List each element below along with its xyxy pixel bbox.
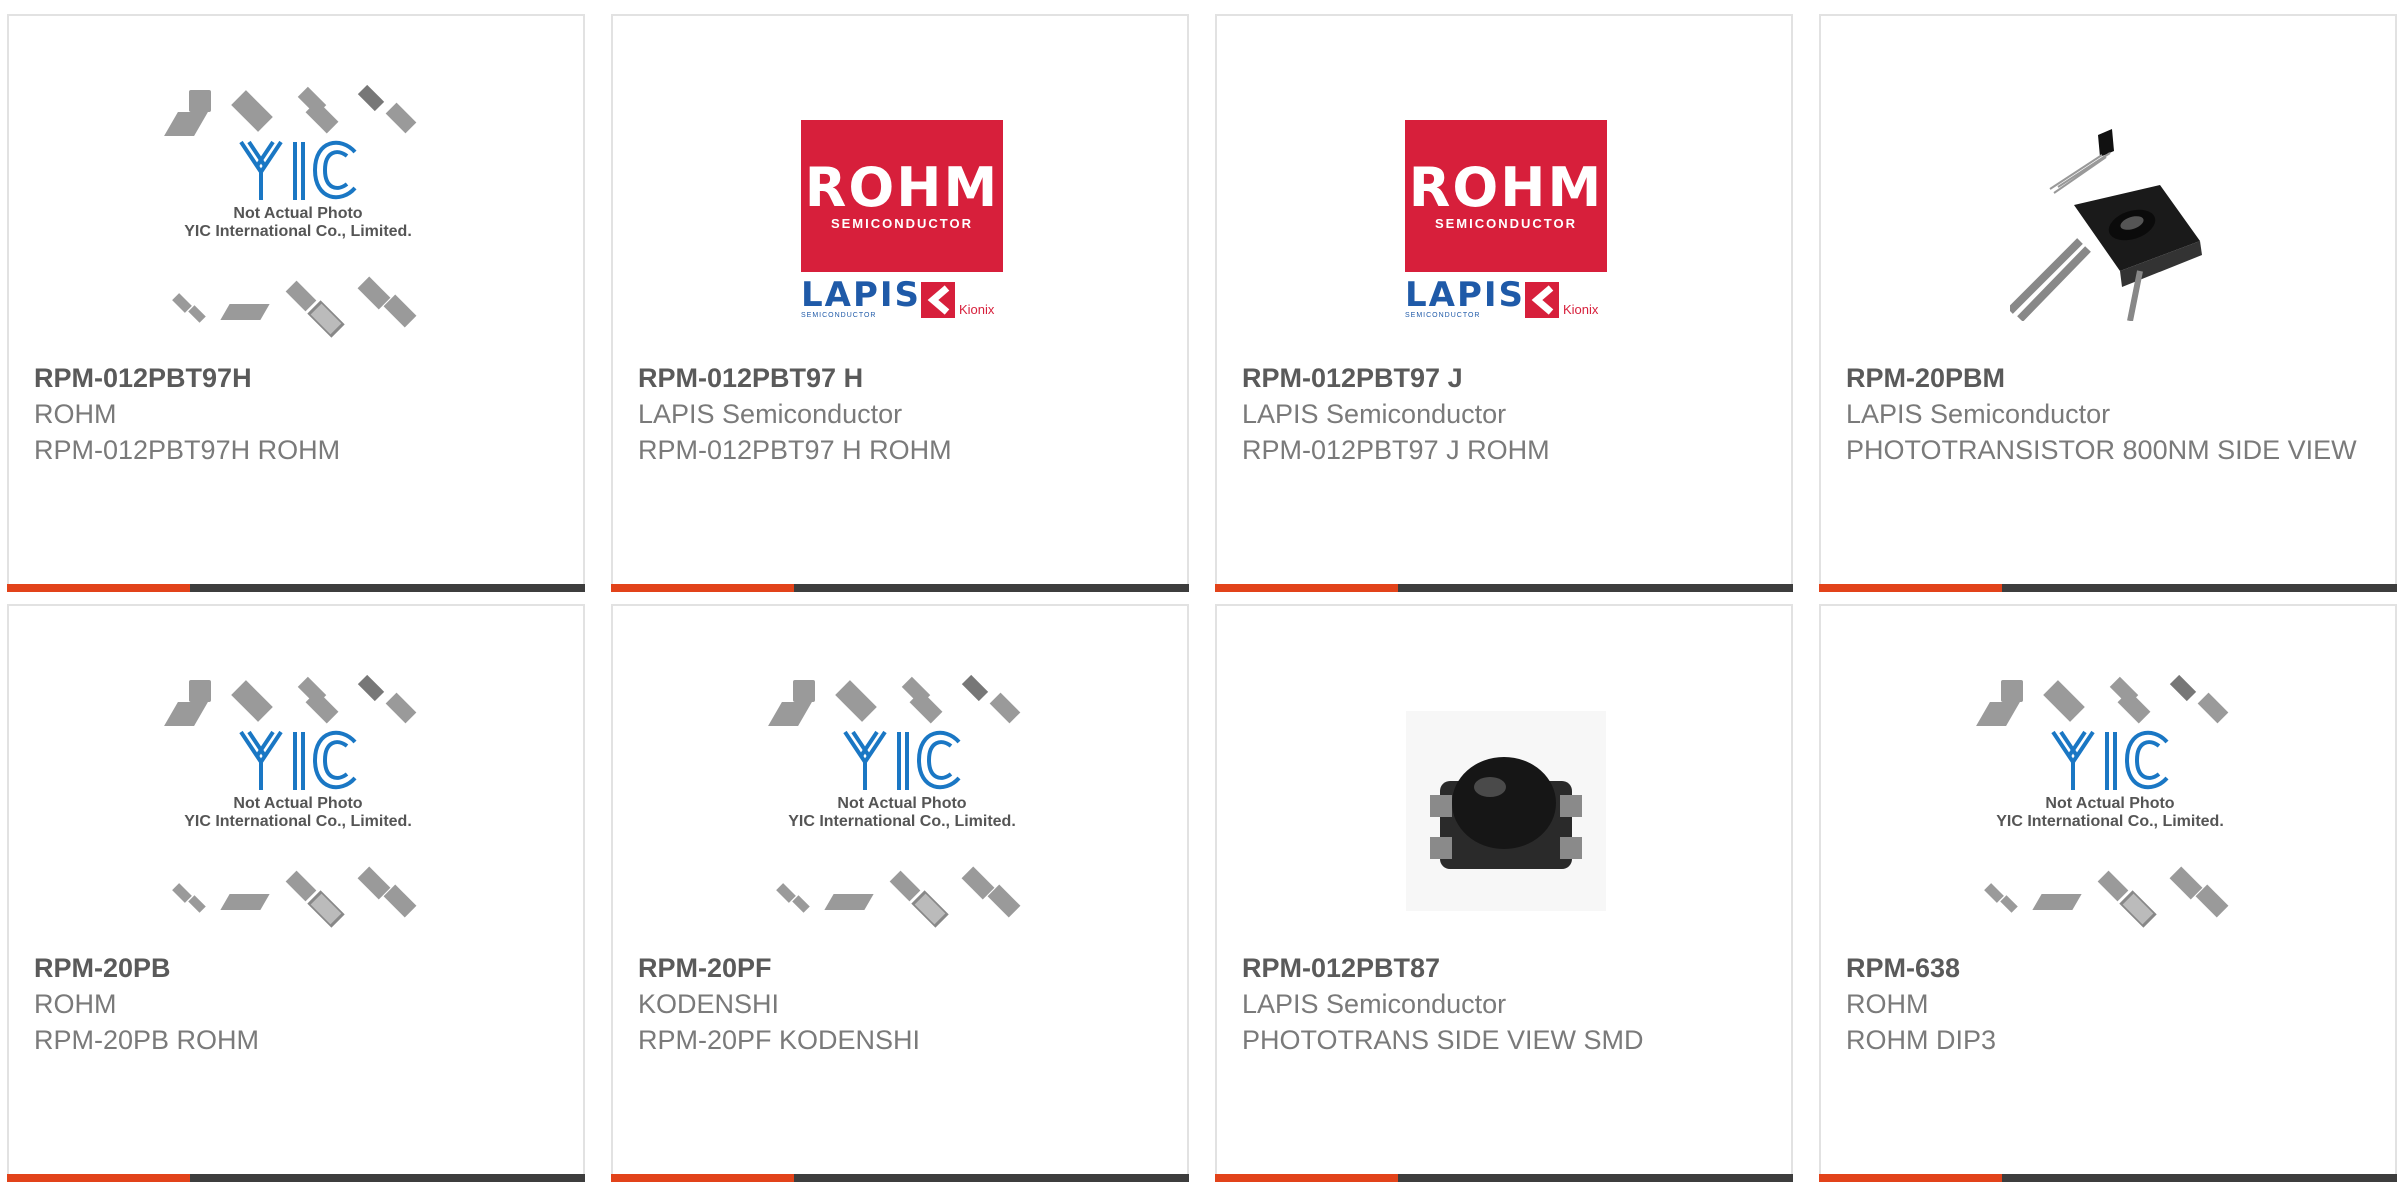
part-number-link[interactable]: RPM-012PBT97 J bbox=[1242, 360, 1779, 396]
card-accent-bar bbox=[7, 584, 190, 592]
placeholder-image: Not Actual Photo YIC International Co., … bbox=[1971, 672, 2249, 950]
product-card[interactable]: RPM-012PBT87 LAPIS Semiconductor PHOTOTR… bbox=[1215, 604, 1793, 1182]
product-card[interactable]: Not Actual Photo YIC International Co., … bbox=[1819, 604, 2397, 1182]
card-bottom-bar bbox=[1819, 584, 2397, 592]
kionix-logo-icon: Kionix bbox=[921, 282, 995, 318]
lapis-subtitle: SEMICONDUCTOR bbox=[1405, 312, 1481, 319]
svg-text:Kionix: Kionix bbox=[959, 302, 995, 317]
product-image[interactable]: Not Actual Photo YIC International Co., … bbox=[763, 672, 1041, 950]
kionix-logo-icon: Kionix bbox=[1525, 282, 1599, 318]
product-card[interactable]: Not Actual Photo YIC International Co., … bbox=[611, 604, 1189, 1182]
product-image[interactable]: Not Actual Photo YIC International Co., … bbox=[159, 82, 437, 360]
part-number-link[interactable]: RPM-20PB bbox=[34, 950, 571, 986]
manufacturer-label: KODENSHI bbox=[638, 989, 780, 1019]
card-accent-bar bbox=[1819, 1174, 2002, 1182]
rohm-semiconductor-label: SEMICONDUCTOR bbox=[830, 216, 974, 231]
company-label: YIC International Co., Limited. bbox=[184, 813, 412, 830]
card-bottom-bar bbox=[1215, 1174, 1793, 1182]
smd-component-photo bbox=[1406, 711, 1606, 911]
rohm-lapis-kionix-logo: ROHM SEMICONDUCTOR LAPIS SEMICONDUCTOR K… bbox=[801, 120, 1003, 322]
manufacturer-label: LAPIS Semiconductor bbox=[638, 399, 903, 429]
manufacturer-label: ROHM bbox=[34, 399, 117, 429]
manufacturer-label: LAPIS Semiconductor bbox=[1242, 989, 1507, 1019]
card-accent-bar bbox=[1819, 584, 2002, 592]
lapis-wordmark: LAPIS bbox=[1405, 275, 1526, 315]
product-image[interactable] bbox=[1971, 82, 2249, 360]
yic-logo-icon bbox=[2051, 730, 2169, 790]
card-bottom-bar bbox=[1215, 584, 1793, 592]
product-image[interactable]: ROHM SEMICONDUCTOR LAPIS SEMICONDUCTOR K… bbox=[1367, 82, 1645, 360]
card-accent-bar bbox=[1215, 1174, 1398, 1182]
not-actual-photo-label: Not Actual Photo bbox=[2045, 795, 2175, 812]
part-number-link[interactable]: RPM-012PBT87 bbox=[1242, 950, 1779, 986]
rohm-logo: ROHM SEMICONDUCTOR bbox=[801, 120, 1003, 272]
description-label: RPM-012PBT97 H ROHM bbox=[638, 435, 952, 465]
yic-logo-icon bbox=[843, 730, 961, 790]
company-label: YIC International Co., Limited. bbox=[788, 813, 1016, 830]
manufacturer-label: LAPIS Semiconductor bbox=[1242, 399, 1507, 429]
manufacturer-label: ROHM bbox=[1846, 989, 1929, 1019]
product-image[interactable]: Not Actual Photo YIC International Co., … bbox=[159, 672, 437, 950]
rohm-wordmark: ROHM bbox=[804, 156, 1000, 219]
part-number-link[interactable]: RPM-638 bbox=[1846, 950, 2383, 986]
part-number-link[interactable]: RPM-20PBM bbox=[1846, 360, 2383, 396]
card-accent-bar bbox=[611, 584, 794, 592]
product-card[interactable]: Not Actual Photo YIC International Co., … bbox=[7, 14, 585, 592]
product-card[interactable]: ROHM SEMICONDUCTOR LAPIS SEMICONDUCTOR K… bbox=[611, 14, 1189, 592]
rohm-wordmark: ROHM bbox=[1408, 156, 1604, 219]
yic-logo-icon bbox=[239, 730, 357, 790]
card-bottom-bar bbox=[7, 1174, 585, 1182]
card-bottom-bar bbox=[611, 1174, 1189, 1182]
card-accent-bar bbox=[7, 1174, 190, 1182]
description-label: PHOTOTRANS SIDE VIEW SMD bbox=[1242, 1025, 1644, 1055]
card-bottom-bar bbox=[611, 584, 1189, 592]
placeholder-image: Not Actual Photo YIC International Co., … bbox=[159, 82, 437, 360]
part-number-link[interactable]: RPM-20PF bbox=[638, 950, 1175, 986]
rohm-lapis-kionix-logo: ROHM SEMICONDUCTOR LAPIS SEMICONDUCTOR K… bbox=[1405, 120, 1607, 322]
phototransistor-photo bbox=[2010, 121, 2210, 321]
company-label: YIC International Co., Limited. bbox=[1996, 813, 2224, 830]
description-label: RPM-20PF KODENSHI bbox=[638, 1025, 921, 1055]
not-actual-photo-label: Not Actual Photo bbox=[233, 795, 363, 812]
card-accent-bar bbox=[611, 1174, 794, 1182]
placeholder-image: Not Actual Photo YIC International Co., … bbox=[159, 672, 437, 950]
lapis-wordmark: LAPIS bbox=[801, 275, 922, 315]
product-grid: Not Actual Photo YIC International Co., … bbox=[0, 0, 2400, 1182]
card-accent-bar bbox=[1215, 584, 1398, 592]
not-actual-photo-label: Not Actual Photo bbox=[837, 795, 967, 812]
description-label: PHOTOTRANSISTOR 800NM SIDE VIEW bbox=[1846, 435, 2357, 465]
product-card[interactable]: ROHM SEMICONDUCTOR LAPIS SEMICONDUCTOR K… bbox=[1215, 14, 1793, 592]
yic-logo-icon bbox=[239, 140, 357, 200]
product-card[interactable]: Not Actual Photo YIC International Co., … bbox=[7, 604, 585, 1182]
placeholder-image: Not Actual Photo YIC International Co., … bbox=[763, 672, 1041, 950]
product-image[interactable]: ROHM SEMICONDUCTOR LAPIS SEMICONDUCTOR K… bbox=[763, 82, 1041, 360]
manufacturer-label: LAPIS Semiconductor bbox=[1846, 399, 2111, 429]
description-label: RPM-20PB ROHM bbox=[34, 1025, 260, 1055]
part-number-link[interactable]: RPM-012PBT97 H bbox=[638, 360, 1175, 396]
product-image[interactable]: Not Actual Photo YIC International Co., … bbox=[1971, 672, 2249, 950]
part-number-link[interactable]: RPM-012PBT97H bbox=[34, 360, 571, 396]
lapis-subtitle: SEMICONDUCTOR bbox=[801, 312, 877, 319]
rohm-semiconductor-label: SEMICONDUCTOR bbox=[1434, 216, 1578, 231]
description-label: RPM-012PBT97H ROHM bbox=[34, 435, 341, 465]
description-label: RPM-012PBT97 J ROHM bbox=[1242, 435, 1550, 465]
card-bottom-bar bbox=[1819, 1174, 2397, 1182]
product-card[interactable]: RPM-20PBM LAPIS Semiconductor PHOTOTRANS… bbox=[1819, 14, 2397, 592]
card-bottom-bar bbox=[7, 584, 585, 592]
product-image[interactable] bbox=[1367, 672, 1645, 950]
manufacturer-label: ROHM bbox=[34, 989, 117, 1019]
company-label: YIC International Co., Limited. bbox=[184, 223, 412, 240]
rohm-logo: ROHM SEMICONDUCTOR bbox=[1405, 120, 1607, 272]
svg-text:Kionix: Kionix bbox=[1563, 302, 1599, 317]
description-label: ROHM DIP3 bbox=[1846, 1025, 1997, 1055]
not-actual-photo-label: Not Actual Photo bbox=[233, 205, 363, 222]
